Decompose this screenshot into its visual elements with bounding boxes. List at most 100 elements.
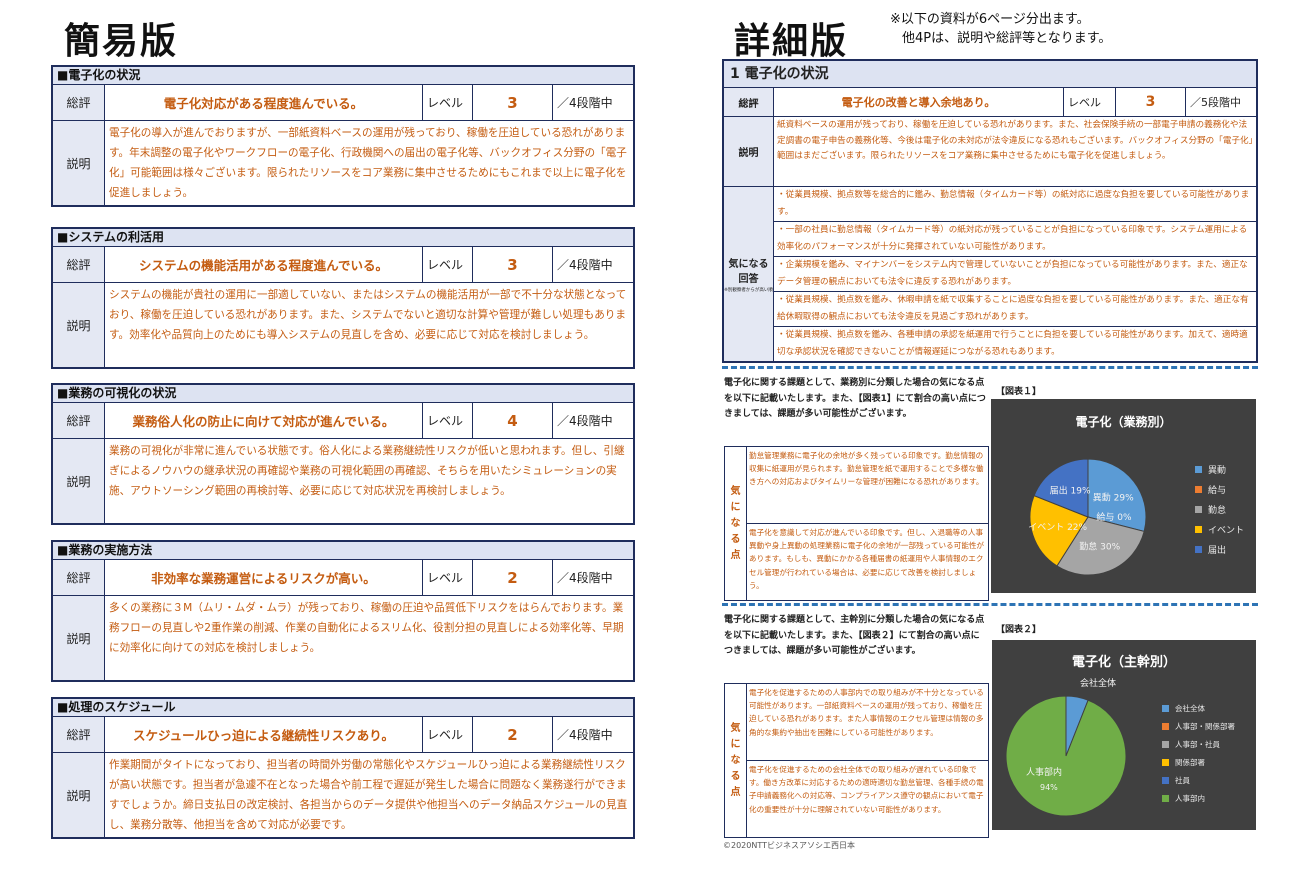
concern-label-char: な bbox=[730, 517, 741, 529]
legend-swatch bbox=[1195, 546, 1202, 553]
concern-list: ・従業員規模、拠点数等を総合的に鑑み、勤怠情報（タイムカード等）の紙対応に過度な… bbox=[774, 187, 1256, 361]
legend-label: 社員 bbox=[1175, 776, 1190, 785]
legend-entry: 関係部署 bbox=[1162, 757, 1235, 768]
level-scale: ／4段階中 bbox=[557, 571, 613, 585]
explanation-text: 電子化の導入が進んでおりますが、一部紙資料ベースの運用が残っており、稼働を圧迫し… bbox=[109, 127, 627, 199]
concern-label-char: 点 bbox=[730, 786, 741, 798]
chart-business: 電子化（業務別） 異動 29% 勤怠 30% イベント 22% 届出 19% 給与 0%… bbox=[991, 399, 1256, 593]
paragraph-department: 電子化に関する課題として、主幹別に分類した場合の気になる点を以下に記載いたします… bbox=[724, 615, 985, 656]
level-scale: ／4段階中 bbox=[557, 728, 613, 742]
level-label: レベル bbox=[423, 403, 473, 438]
level-value: 2 bbox=[473, 717, 553, 752]
detail-concerns-row: 気になる 回答 ※別観察者からが高い順 ・従業員規模、拠点数等を総合的に鑑み、勤… bbox=[724, 187, 1256, 361]
legend-entry: 人事部・関係部署 bbox=[1162, 721, 1235, 732]
note-line-2: 他4Pは、説明や総評等となります。 bbox=[902, 31, 1112, 46]
detail-section-title: 1 電子化の状況 bbox=[724, 61, 1256, 88]
pie-callout-value: 94% bbox=[1040, 783, 1058, 792]
detail-overall-label: 総評 bbox=[724, 88, 774, 116]
level-value: 4 bbox=[473, 403, 553, 438]
legend-entry: 人事部・社員 bbox=[1162, 739, 1235, 750]
legend-label: 届出 bbox=[1208, 546, 1227, 556]
overall-row: 総評 電子化対応がある程度進んでいる。 レベル 3 ／4段階中 bbox=[53, 85, 633, 121]
concern-label-char: る bbox=[730, 533, 741, 545]
legend-swatch bbox=[1195, 486, 1202, 493]
overall-label: 総評 bbox=[53, 403, 105, 438]
status-section: ■処理のスケジュール 総評 スケジュールひっ迫による継続性リスクあり。 レベル 2 ／4段… bbox=[51, 697, 635, 839]
detail-level-label: レベル bbox=[1064, 88, 1116, 116]
verdict-text: 電子化対応がある程度進んでいる。 bbox=[105, 85, 423, 120]
legend-swatch bbox=[1195, 506, 1202, 513]
legend-swatch bbox=[1162, 705, 1169, 712]
section-title: ■業務の実施方法 bbox=[53, 542, 633, 560]
legend-swatch bbox=[1195, 466, 1202, 473]
concern-item: ・従業員規模、拠点数を鑑み、各種申請の承認を紙運用で行うことに負担を要している可… bbox=[777, 330, 1248, 357]
overall-row: 総評 システムの機能活用がある程度進んでいる。 レベル 3 ／4段階中 bbox=[53, 247, 633, 283]
paragraph-business: 電子化に関する課題として、業務別に分類した場合の気になる点を以下に記載いたします… bbox=[724, 378, 986, 419]
explanation-label: 説明 bbox=[53, 283, 105, 367]
verdict-text: スケジュールひっ迫による継続性リスクあり。 bbox=[105, 717, 423, 752]
legend-entry: 異動 bbox=[1195, 463, 1244, 476]
overall-label: 総評 bbox=[53, 247, 105, 282]
level-label: レベル bbox=[423, 247, 473, 282]
verdict-text: システムの機能活用がある程度進んでいる。 bbox=[105, 247, 423, 282]
figure-1-label: 【図表１】 bbox=[996, 387, 1042, 397]
legend-label: 人事部・関係部署 bbox=[1175, 722, 1235, 731]
explanation-label: 説明 bbox=[53, 121, 105, 205]
explanation-label: 説明 bbox=[53, 596, 105, 680]
concern-box-1: 気になる点 勤怠管理業務に電子化の余地が多く残っている印象です。勤怠情報の収集に… bbox=[724, 446, 989, 601]
level-label: レベル bbox=[423, 560, 473, 595]
level-scale: ／4段階中 bbox=[557, 414, 613, 428]
concern-item: ・従業員規模、拠点数等を総合的に鑑み、勤怠情報（タイムカード等）の紙対応に過度な… bbox=[774, 187, 1256, 222]
legend-swatch bbox=[1162, 795, 1169, 802]
explanation-label: 説明 bbox=[53, 439, 105, 523]
section-title: ■電子化の状況 bbox=[53, 67, 633, 85]
explanation-text: 業務の可視化が非常に進んでいる状態です。俗人化による業務継続性リスクが低いと思わ… bbox=[109, 445, 625, 497]
concern-label-char: 気 bbox=[730, 722, 741, 734]
explanation-row: 説明 作業期間がタイトになっており、担当者の時間外労働の常態化やスケジュールひっ迫… bbox=[53, 753, 633, 837]
legend-label: 異動 bbox=[1208, 466, 1227, 476]
figure-2-label: 【図表２】 bbox=[996, 625, 1042, 635]
verdict-text: 業務俗人化の防止に向けて対応が進んでいる。 bbox=[105, 403, 423, 438]
level-value: 2 bbox=[473, 560, 553, 595]
legend-label: 人事部内 bbox=[1175, 794, 1205, 803]
overall-label: 総評 bbox=[53, 560, 105, 595]
status-section: ■業務の可視化の状況 総評 業務俗人化の防止に向けて対応が進んでいる。 レベル 4 ／4段… bbox=[51, 383, 635, 525]
level-label: レベル bbox=[423, 85, 473, 120]
concern-label-note: ※別観察者からが高い順 bbox=[724, 287, 773, 293]
pie-data-label: イベント 22% bbox=[1028, 523, 1087, 533]
level-scale: ／4段階中 bbox=[557, 96, 613, 110]
legend-label: 会社全体 bbox=[1175, 704, 1205, 713]
detail-version-title: 詳細版 bbox=[734, 21, 849, 62]
section-title: ■システムの利活用 bbox=[53, 229, 633, 247]
chart-department-legend: 会社全体人事部・関係部署 人事部・社員関係部署社員人事部内 bbox=[1162, 703, 1235, 811]
pie-data-label: 異動 29% bbox=[1093, 492, 1134, 503]
pie-callout-label: 人事部内 bbox=[1026, 766, 1062, 778]
verdict-text: 非効率な業務運営によるリスクが高い。 bbox=[105, 560, 423, 595]
legend-label: 人事部・社員 bbox=[1175, 740, 1220, 749]
concern-label-line2: 回答 bbox=[738, 273, 759, 285]
pie-slice-5 bbox=[1005, 695, 1127, 817]
concern-label-line1: 気になる bbox=[728, 258, 769, 270]
pie-data-label: 届出 19% bbox=[1050, 485, 1091, 497]
explanation-text: システムの機能が貴社の運用に一部適していない、またはシステムの機能活用が一部で不… bbox=[109, 289, 627, 341]
section-title: ■処理のスケジュール bbox=[53, 699, 633, 717]
level-value: 3 bbox=[473, 247, 553, 282]
detail-section: 1 電子化の状況 総評 電子化の改善と導入余地あり。 レベル 3 ／5段階中 説… bbox=[722, 59, 1258, 363]
simple-version-title: 簡易版 bbox=[64, 21, 179, 62]
status-section: ■システムの利活用 総評 システムの機能活用がある程度進んでいる。 レベル 3 ／4段階中… bbox=[51, 227, 635, 369]
detail-overall-row: 総評 電子化の改善と導入余地あり。 レベル 3 ／5段階中 bbox=[724, 88, 1256, 117]
detail-level-value: 3 bbox=[1116, 88, 1186, 116]
copyright: ©2020NTTビジネスアソシエ西日本 bbox=[723, 841, 855, 850]
pie-data-label: 勤怠 30% bbox=[1079, 541, 1120, 553]
explanation-text: 多くの業務に３M（ムリ・ムダ・ムラ）が残っており、稼働の圧迫や品質低下リスクをは… bbox=[109, 602, 624, 654]
overall-row: 総評 業務俗人化の防止に向けて対応が進んでいる。 レベル 4 ／4段階中 bbox=[53, 403, 633, 439]
overall-label: 総評 bbox=[53, 717, 105, 752]
concern-box-1-label: 気になる点 bbox=[725, 447, 747, 600]
concern-label-char: に bbox=[730, 501, 741, 513]
status-section: ■電子化の状況 総評 電子化対応がある程度進んでいる。 レベル 3 ／4段階中 説明 電子化の… bbox=[51, 65, 635, 207]
concern-label-char: 気 bbox=[730, 485, 741, 497]
legend-entry: 勤怠 bbox=[1195, 503, 1244, 516]
legend-entry: 給与 bbox=[1195, 483, 1244, 496]
detail-concerns-label: 気になる 回答 ※別観察者からが高い順 bbox=[724, 187, 774, 361]
legend-entry: 会社全体 bbox=[1162, 703, 1235, 714]
